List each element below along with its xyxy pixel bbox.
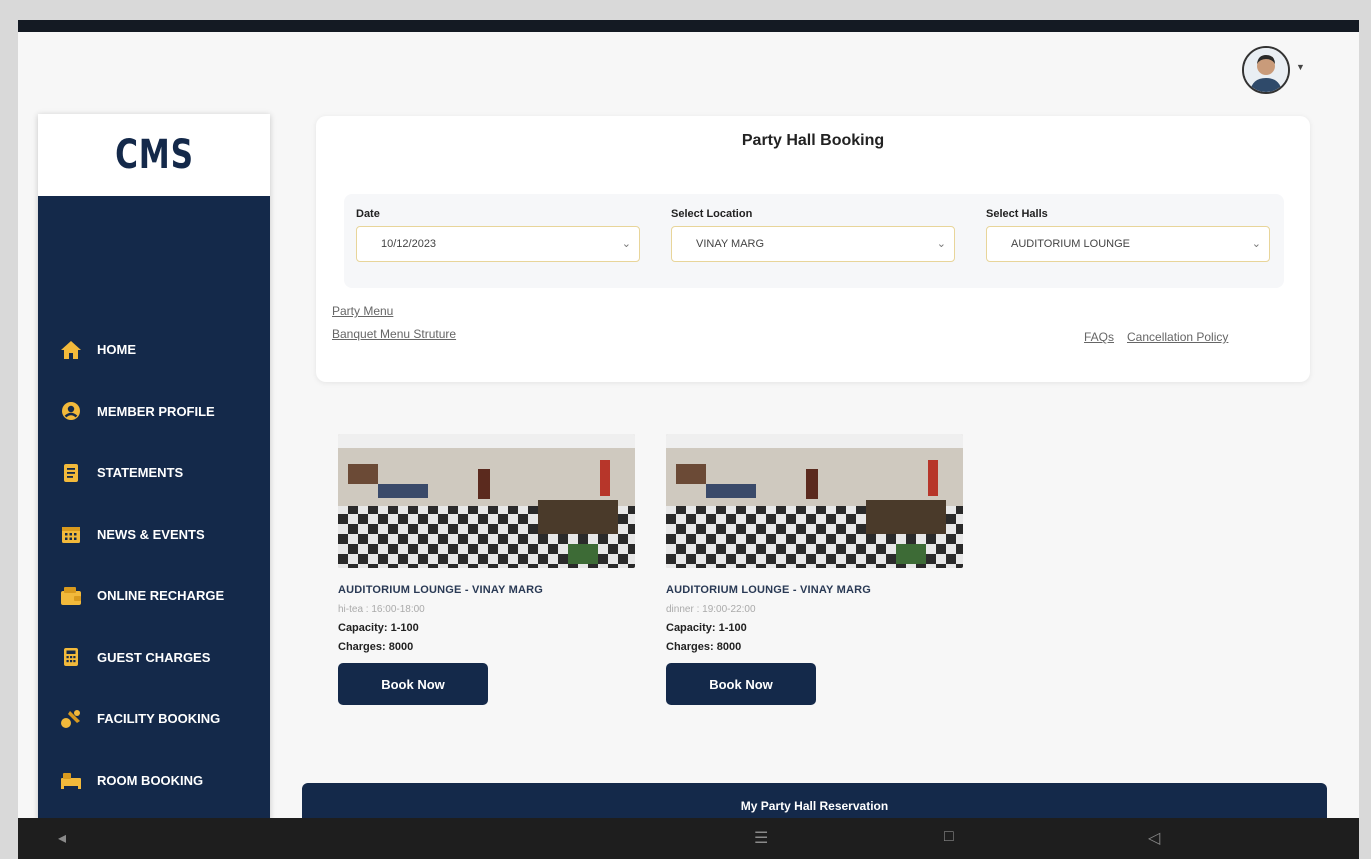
sidebar-item-member-profile[interactable]: MEMBER PROFILE bbox=[38, 381, 270, 443]
sidebar-item-label: NEWS & EVENTS bbox=[97, 526, 205, 542]
sidebar-item-facility-booking[interactable]: FACILITY BOOKING bbox=[38, 688, 270, 750]
location-value: VINAY MARG bbox=[696, 238, 765, 250]
book-now-button[interactable]: Book Now bbox=[338, 663, 488, 705]
sidebar-item-home[interactable]: HOME bbox=[38, 319, 270, 381]
location-select[interactable]: VINAY MARG ⌄ bbox=[671, 226, 955, 262]
avatar-dropdown-icon[interactable]: ▼ bbox=[1296, 62, 1305, 72]
halls-select[interactable]: AUDITORIUM LOUNGE ⌄ bbox=[986, 226, 1270, 262]
user-circle-icon bbox=[60, 400, 82, 422]
hall-timing: hi-tea : 16:00-18:00 bbox=[338, 604, 425, 615]
hall-charges: Charges: 8000 bbox=[338, 641, 414, 653]
halls-field: Select Halls AUDITORIUM LOUNGE ⌄ bbox=[986, 208, 1270, 262]
halls-value: AUDITORIUM LOUNGE bbox=[1011, 238, 1130, 250]
banquet-menu-link[interactable]: Banquet Menu Struture bbox=[332, 327, 456, 341]
facility-icon bbox=[60, 708, 82, 730]
sidebar-item-news-events[interactable]: NEWS & EVENTS bbox=[38, 504, 270, 566]
chevron-down-icon: ⌄ bbox=[1251, 238, 1261, 250]
chevron-down-icon: ⌄ bbox=[621, 238, 631, 250]
logo-container: CMS bbox=[38, 114, 270, 196]
hall-card: AUDITORIUM LOUNGE - VINAY MARG dinner : … bbox=[666, 434, 966, 705]
sidebar-nav: HOME MEMBER PROFILE STATEMENTS NEWS & EV… bbox=[38, 319, 270, 811]
sidebar-item-label: ROOM BOOKING bbox=[97, 772, 204, 788]
sidebar-item-label: HOME bbox=[97, 342, 136, 358]
party-hall-booking-card: Party Hall Booking Date 10/12/2023 ⌄ Sel… bbox=[316, 116, 1310, 382]
user-avatar[interactable] bbox=[1242, 46, 1290, 94]
home-square-icon[interactable]: □ bbox=[944, 828, 954, 846]
date-field: Date 10/12/2023 ⌄ bbox=[356, 208, 640, 262]
calendar-icon bbox=[60, 523, 82, 545]
sidebar-item-statements[interactable]: STATEMENTS bbox=[38, 442, 270, 504]
booking-filter-panel: Date 10/12/2023 ⌄ Select Location VINAY … bbox=[344, 194, 1284, 288]
sidebar-item-online-recharge[interactable]: ONLINE RECHARGE bbox=[38, 565, 270, 627]
date-label: Date bbox=[356, 208, 380, 220]
wallet-icon bbox=[60, 585, 82, 607]
hall-capacity: Capacity: 1-100 bbox=[338, 622, 419, 634]
date-select[interactable]: 10/12/2023 ⌄ bbox=[356, 226, 640, 262]
sidebar-item-label: GUEST CHARGES bbox=[97, 649, 211, 665]
hall-name: AUDITORIUM LOUNGE - VINAY MARG bbox=[338, 584, 544, 596]
hall-capacity: Capacity: 1-100 bbox=[666, 622, 747, 634]
hall-charges: Charges: 8000 bbox=[666, 641, 742, 653]
sidebar-item-room-booking[interactable]: ROOM BOOKING bbox=[38, 750, 270, 812]
hall-image bbox=[666, 434, 963, 568]
sidebar-item-guest-charges[interactable]: GUEST CHARGES bbox=[38, 627, 270, 689]
page-title: Party Hall Booking bbox=[741, 132, 885, 149]
date-value: 10/12/2023 bbox=[381, 238, 437, 250]
my-reservation-header[interactable]: My Party Hall Reservation bbox=[302, 783, 1327, 818]
menu-icon[interactable]: ☰ bbox=[754, 828, 768, 848]
hall-timing: dinner : 19:00-22:00 bbox=[666, 604, 756, 615]
halls-label: Select Halls bbox=[986, 208, 1048, 220]
hall-name: AUDITORIUM LOUNGE - VINAY MARG bbox=[666, 584, 872, 596]
app-screen: ▼ CMS HOME MEMBER PROFILE STATEMENTS NEW… bbox=[18, 32, 1359, 818]
calculator-icon bbox=[60, 646, 82, 668]
location-label: Select Location bbox=[671, 208, 753, 220]
room-icon bbox=[60, 769, 82, 791]
hall-card: AUDITORIUM LOUNGE - VINAY MARG hi-tea : … bbox=[338, 434, 638, 705]
cancellation-policy-link[interactable]: Cancellation Policy bbox=[1127, 330, 1228, 344]
faqs-link[interactable]: FAQs bbox=[1084, 330, 1114, 344]
sidebar-item-label: MEMBER PROFILE bbox=[97, 403, 215, 419]
system-navigation-bar: ◂ ☰ □ ◁ bbox=[18, 818, 1359, 859]
chevron-down-icon: ⌄ bbox=[936, 238, 946, 250]
document-icon bbox=[60, 462, 82, 484]
app-logo: CMS bbox=[114, 132, 194, 178]
sidebar-item-label: STATEMENTS bbox=[97, 465, 184, 481]
sidebar-item-label: ONLINE RECHARGE bbox=[97, 588, 225, 604]
location-field: Select Location VINAY MARG ⌄ bbox=[671, 208, 955, 262]
sidebar: CMS HOME MEMBER PROFILE STATEMENTS NEWS … bbox=[38, 114, 270, 818]
top-status-bar bbox=[18, 20, 1359, 32]
back-icon[interactable]: ◂ bbox=[58, 828, 66, 848]
home-icon bbox=[60, 339, 82, 361]
sidebar-item-label: FACILITY BOOKING bbox=[97, 711, 221, 727]
party-menu-link[interactable]: Party Menu bbox=[332, 304, 393, 318]
book-now-button[interactable]: Book Now bbox=[666, 663, 816, 705]
hall-image bbox=[338, 434, 635, 568]
recent-icon[interactable]: ◁ bbox=[1148, 828, 1160, 848]
